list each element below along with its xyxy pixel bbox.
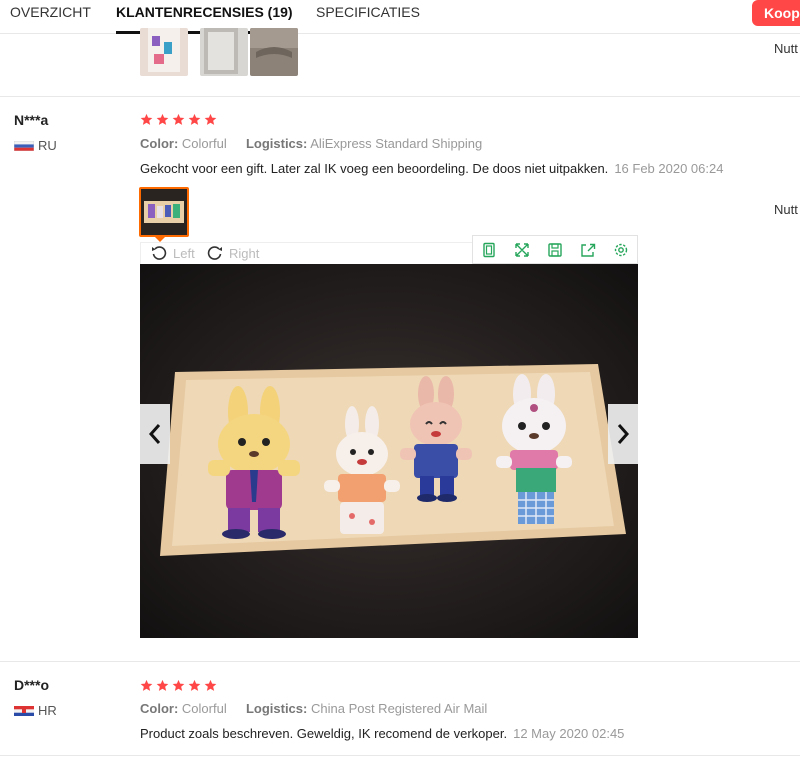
helpful-label[interactable]: Nutt — [774, 41, 798, 56]
review-photo-thumbnail-selected[interactable] — [139, 187, 189, 237]
toy-puzzle-photo — [140, 264, 638, 638]
croatia-flag-icon — [14, 705, 34, 716]
next-image-button[interactable] — [608, 404, 638, 464]
color-label: Color: — [140, 701, 179, 716]
review-text: Gekocht voor een gift. Later zal IK voeg… — [140, 161, 723, 176]
review-divider — [0, 661, 800, 662]
rotate-left-label: Left — [173, 245, 195, 261]
star-icon — [156, 679, 169, 691]
settings-icon — [614, 243, 627, 256]
review-text: Product zoals beschreven. Geweldig, IK r… — [140, 726, 624, 741]
star-icon — [156, 113, 169, 125]
star-icon — [140, 113, 153, 125]
review-date: 12 May 2020 02:45 — [513, 726, 625, 741]
chevron-right-icon — [617, 424, 630, 444]
buyer-country: RU — [14, 138, 57, 153]
share-icon — [581, 243, 595, 257]
review-attributes: Color: Colorful Logistics: AliExpress St… — [140, 136, 482, 151]
star-icon — [172, 679, 185, 691]
helpful-label[interactable]: Nutt — [774, 202, 798, 217]
review-body: Product zoals beschreven. Geweldig, IK r… — [140, 726, 508, 741]
fit-button[interactable] — [473, 236, 506, 263]
country-code: RU — [38, 138, 57, 153]
review-body: Gekocht voor een gift. Later zal IK voeg… — [140, 161, 609, 176]
rotate-right-button[interactable]: Right — [207, 245, 259, 261]
chevron-left-icon — [148, 424, 161, 444]
star-icon — [204, 679, 217, 691]
previous-image-button[interactable] — [140, 404, 170, 464]
fullscreen-button[interactable] — [506, 236, 539, 263]
logistics-value: AliExpress Standard Shipping — [310, 136, 483, 151]
color-value: Colorful — [181, 701, 227, 716]
logistics-label: Logistics: — [245, 136, 308, 151]
review-divider — [0, 96, 800, 97]
logistics-value: China Post Registered Air Mail — [310, 701, 488, 716]
star-icon — [188, 113, 201, 125]
review-divider — [0, 755, 800, 756]
rotate-left-button[interactable]: Left — [151, 245, 195, 261]
buyer-name: D***o — [14, 677, 50, 693]
star-icon — [140, 679, 153, 691]
russia-flag-icon — [14, 140, 34, 151]
tab-specifications[interactable]: SPECIFICATIES — [316, 4, 420, 32]
rotate-right-label: Right — [229, 245, 260, 261]
star-icon — [188, 679, 201, 691]
fit-icon — [483, 242, 496, 257]
review-photo-thumbnail[interactable] — [140, 28, 188, 76]
review-tab-bar: OVERZICHT KLANTENRECENSIES (19) SPECIFIC… — [0, 0, 800, 34]
review-date: 16 Feb 2020 06:24 — [614, 161, 724, 176]
review-photo-thumbnail[interactable] — [200, 28, 248, 76]
color-value: Colorful — [181, 136, 227, 151]
star-rating — [140, 679, 217, 692]
image-tool-group — [472, 235, 638, 264]
buy-button[interactable]: Koop — [752, 0, 800, 26]
color-label: Color: — [140, 136, 179, 151]
star-rating — [140, 113, 217, 126]
tab-overview[interactable]: OVERZICHT — [10, 4, 91, 32]
logistics-label: Logistics: — [245, 701, 308, 716]
save-button[interactable] — [539, 236, 572, 263]
rotate-left-icon — [152, 246, 167, 260]
country-code: HR — [38, 703, 57, 718]
buyer-name: N***a — [14, 112, 49, 128]
review-photo-thumbnail[interactable] — [250, 28, 298, 76]
rotate-right-icon — [207, 246, 222, 260]
fullscreen-icon — [515, 242, 529, 257]
save-icon — [548, 242, 562, 257]
buyer-country: HR — [14, 703, 57, 718]
star-icon — [204, 113, 217, 125]
review-attributes: Color: Colorful Logistics: China Post Re… — [140, 701, 487, 716]
settings-button[interactable] — [604, 236, 637, 263]
star-icon — [172, 113, 185, 125]
share-button[interactable] — [571, 236, 604, 263]
review-photo-large — [140, 264, 638, 638]
